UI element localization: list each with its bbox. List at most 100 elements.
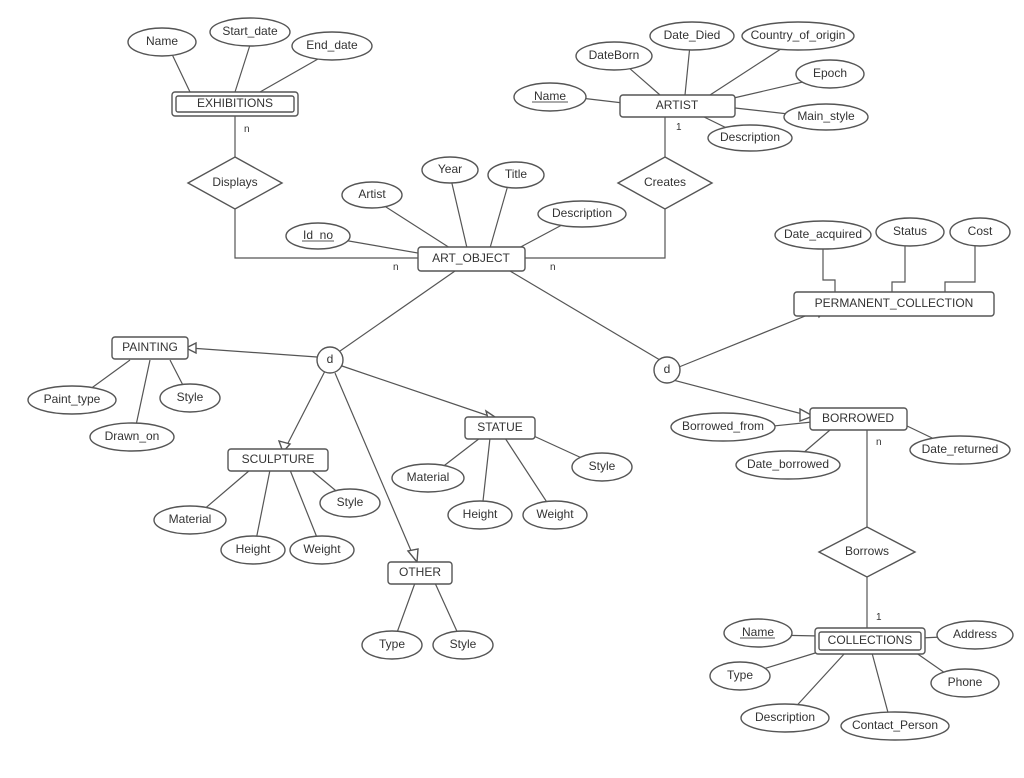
link-s-ht <box>255 470 270 545</box>
svg-text:Borrows: Borrows <box>845 544 889 558</box>
attr-col-addr: Address <box>937 621 1013 649</box>
entity-statue: STATUE <box>465 417 535 439</box>
svg-text:Year: Year <box>438 162 462 176</box>
svg-text:BORROWED: BORROWED <box>822 411 894 425</box>
entity-borrowed: BORROWED <box>810 408 907 430</box>
attr-art-desc: Description <box>708 125 792 151</box>
attr-col-type: Type <box>710 662 770 690</box>
link-ao-dleft <box>330 271 455 358</box>
attr-col-phone: Phone <box>931 669 999 697</box>
card-artist-1: 1 <box>676 122 682 133</box>
entity-painting: PAINTING <box>112 337 188 359</box>
link-art-ddied <box>685 45 690 95</box>
svg-text:Style: Style <box>177 390 204 404</box>
svg-text:PAINTING: PAINTING <box>122 340 178 354</box>
attr-ao-id: Id_no <box>286 223 350 249</box>
attr-exh-name: Name <box>128 28 196 56</box>
svg-text:Artist: Artist <box>358 187 386 201</box>
attr-art-dborn: DateBorn <box>576 42 652 70</box>
entity-collections: COLLECTIONS <box>815 628 925 654</box>
attr-st-style: Style <box>572 453 632 481</box>
svg-text:Date_Died: Date_Died <box>664 28 721 42</box>
attr-pc-status: Status <box>876 218 944 246</box>
entity-other: OTHER <box>388 562 452 584</box>
link-exh-start <box>235 45 250 92</box>
svg-text:Id_no: Id_no <box>303 228 333 242</box>
attr-s-wt: Weight <box>290 536 354 564</box>
attr-exh-end: End_date <box>292 32 372 60</box>
svg-text:EXHIBITIONS: EXHIBITIONS <box>197 96 273 110</box>
svg-text:Paint_type: Paint_type <box>44 392 101 406</box>
attr-art-ddied: Date_Died <box>650 22 734 50</box>
attr-pc-date: Date_acquired <box>775 221 871 249</box>
attr-ao-desc: Description <box>538 201 626 227</box>
link-p-drawn <box>135 360 150 430</box>
entity-permanent-collection: PERMANENT_COLLECTION <box>794 292 994 316</box>
svg-text:d: d <box>664 362 671 376</box>
link-dright-pc <box>679 308 825 367</box>
attr-ao-year: Year <box>422 157 478 183</box>
svg-text:Cost: Cost <box>968 224 993 238</box>
attr-ao-artist: Artist <box>342 182 402 208</box>
svg-text:Type: Type <box>727 668 753 682</box>
attr-s-style: Style <box>320 489 380 517</box>
attr-col-name: Name <box>724 619 792 647</box>
attr-ao-title: Title <box>488 162 544 188</box>
svg-text:Phone: Phone <box>948 675 983 689</box>
svg-text:Height: Height <box>463 507 498 521</box>
svg-text:Creates: Creates <box>644 175 686 189</box>
svg-text:Date_acquired: Date_acquired <box>784 227 862 241</box>
svg-text:Drawn_on: Drawn_on <box>105 429 160 443</box>
svg-text:Borrowed_from: Borrowed_from <box>682 419 764 433</box>
arrow-dleft-other <box>408 549 418 562</box>
attr-pc-cost: Cost <box>950 218 1010 246</box>
link-s-wt <box>290 470 320 545</box>
svg-text:Start_date: Start_date <box>222 24 278 38</box>
svg-text:Date_returned: Date_returned <box>922 442 999 456</box>
link-ao-year <box>450 175 467 248</box>
svg-text:SCULPTURE: SCULPTURE <box>242 452 315 466</box>
specialization-right: d <box>654 357 680 383</box>
svg-text:Name: Name <box>534 89 566 103</box>
link-dleft-sculpture <box>285 371 325 449</box>
link-dright-borrowed <box>673 380 810 416</box>
attr-bo-dretu: Date_returned <box>910 436 1010 464</box>
svg-text:Description: Description <box>720 130 780 144</box>
attr-p-ptype: Paint_type <box>28 386 116 414</box>
link-st-ht <box>482 438 490 510</box>
svg-text:Address: Address <box>953 627 997 641</box>
attr-art-country: Country_of_origin <box>742 22 854 50</box>
card-ao-exh-n: n <box>393 262 399 273</box>
link-pc-date <box>823 243 835 292</box>
entity-exhibitions: EXHIBITIONS <box>172 92 298 116</box>
link-exh-end <box>260 55 325 92</box>
attr-bo-from: Borrowed_from <box>671 413 775 441</box>
entity-artist: ARTIST <box>620 95 735 117</box>
svg-text:Contact_Person: Contact_Person <box>852 718 938 732</box>
specialization-left: d <box>317 347 343 373</box>
svg-text:End_date: End_date <box>306 38 358 52</box>
svg-text:Material: Material <box>169 512 212 526</box>
attr-col-desc: Description <box>741 704 829 732</box>
svg-text:Weight: Weight <box>536 507 574 521</box>
svg-text:COLLECTIONS: COLLECTIONS <box>828 633 913 647</box>
attr-p-drawn: Drawn_on <box>90 423 174 451</box>
svg-text:Name: Name <box>742 625 774 639</box>
attr-s-ht: Height <box>221 536 285 564</box>
link-col-contact <box>872 653 890 720</box>
link-o-style <box>435 583 460 638</box>
link-st-wt <box>505 438 552 510</box>
er-diagram: n n n 1 n 1 EXHIBITIONS ARTIST ART_OBJEC… <box>0 0 1024 778</box>
attr-col-contact: Contact_Person <box>841 712 949 740</box>
svg-text:Style: Style <box>589 459 616 473</box>
svg-text:ART_OBJECT: ART_OBJECT <box>432 251 510 265</box>
rel-displays: Displays <box>188 157 282 209</box>
svg-text:Country_of_origin: Country_of_origin <box>751 28 846 42</box>
rel-creates: Creates <box>618 157 712 209</box>
svg-text:Description: Description <box>552 206 612 220</box>
card-exh-n: n <box>244 124 250 135</box>
svg-text:Name: Name <box>146 34 178 48</box>
svg-text:Style: Style <box>337 495 364 509</box>
card-borrowed-n: n <box>876 437 882 448</box>
link-ao-title <box>490 178 510 248</box>
